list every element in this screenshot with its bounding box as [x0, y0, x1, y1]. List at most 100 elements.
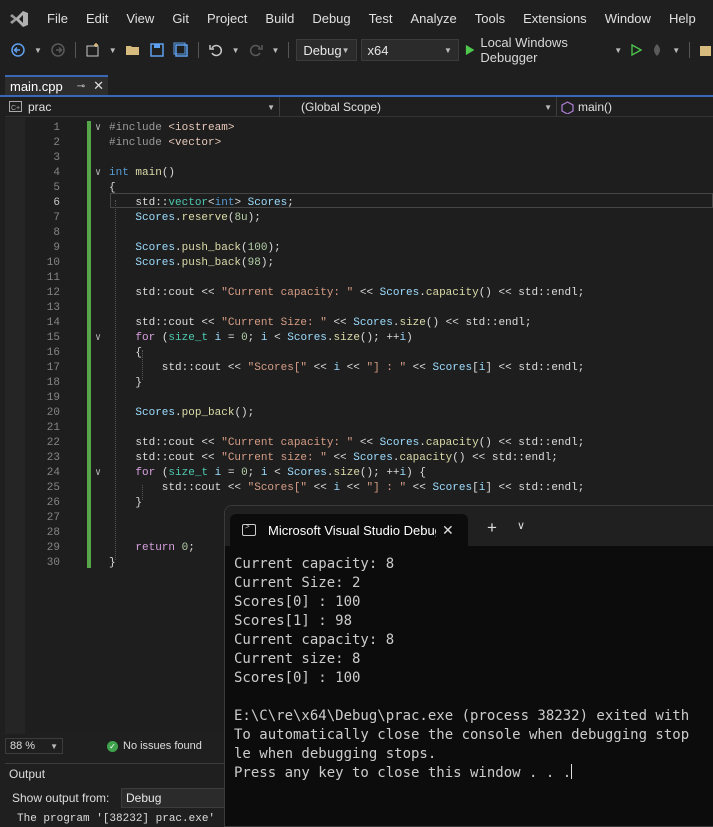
- debug-console-window[interactable]: Microsoft Visual Studio Debug ✕ + ∨ Curr…: [224, 505, 713, 827]
- project-name: prac: [28, 100, 52, 114]
- terminal-line: Current capacity: 8: [234, 556, 395, 572]
- chevron-down-icon[interactable]: ▼: [270, 39, 282, 61]
- menu-tools[interactable]: Tools: [466, 0, 514, 38]
- document-tab-strip: main.cpp ⊸ ✕: [0, 75, 713, 97]
- line-number: 27: [46, 512, 60, 524]
- toolbar-separator: [197, 42, 199, 58]
- chevron-down-icon[interactable]: ▼: [670, 39, 682, 61]
- code-line[interactable]: 20 Scores.pop_back();: [5, 406, 713, 421]
- code-line[interactable]: 12 std::cout << "Current capacity: " << …: [5, 286, 713, 301]
- code-line[interactable]: 7 Scores.reserve(8u);: [5, 211, 713, 226]
- visual-studio-logo-icon[interactable]: [0, 0, 38, 38]
- code-text: Scores.push_back(100);: [135, 242, 281, 254]
- save-all-icon[interactable]: [171, 39, 191, 61]
- scope-select[interactable]: (Global Scope) ▼: [294, 97, 557, 117]
- chevron-down-icon: ▼: [544, 102, 552, 112]
- menu-debug[interactable]: Debug: [303, 0, 359, 38]
- navigate-back-icon[interactable]: [8, 39, 28, 61]
- menu-extensions[interactable]: Extensions: [514, 0, 596, 38]
- undo-icon[interactable]: [206, 39, 226, 61]
- save-icon[interactable]: [147, 39, 167, 61]
- start-debugging-button[interactable]: Local Windows Debugger ▼: [463, 35, 624, 65]
- menu-edit[interactable]: Edit: [77, 0, 117, 38]
- close-icon[interactable]: ✕: [442, 522, 454, 539]
- menu-build[interactable]: Build: [256, 0, 303, 38]
- chevron-down-icon[interactable]: ∨: [517, 519, 525, 532]
- close-icon[interactable]: ✕: [93, 78, 104, 94]
- code-line[interactable]: 11: [5, 271, 713, 286]
- redo-icon[interactable]: [246, 39, 266, 61]
- code-line[interactable]: 6 std::vector<int> Scores;: [5, 196, 713, 211]
- solution-configuration-select[interactable]: Debug ▼: [296, 39, 357, 61]
- tab-main-cpp[interactable]: main.cpp ⊸ ✕: [5, 75, 108, 95]
- chevron-down-icon[interactable]: ▼: [107, 39, 119, 61]
- solution-platform-select[interactable]: x64 ▼: [360, 39, 459, 61]
- line-number: 3: [53, 152, 60, 164]
- line-number: 20: [46, 407, 60, 419]
- pin-icon[interactable]: ⊸: [77, 81, 85, 92]
- menu-analyze[interactable]: Analyze: [401, 0, 465, 38]
- line-number: 12: [46, 287, 60, 299]
- fold-toggle-icon[interactable]: ∨: [92, 166, 104, 181]
- output-source-select[interactable]: Debug: [121, 788, 225, 808]
- menu-file[interactable]: File: [38, 0, 77, 38]
- code-text: std::cout << "Scores[" << i << "] : " <<…: [109, 362, 585, 374]
- code-line[interactable]: 25 std::cout << "Scores[" << i << "] : "…: [5, 481, 713, 496]
- menu-project[interactable]: Project: [198, 0, 256, 38]
- line-number: 13: [46, 302, 60, 314]
- chevron-down-icon[interactable]: ▼: [32, 39, 44, 61]
- code-line[interactable]: 10 Scores.push_back(98);: [5, 256, 713, 271]
- new-project-icon[interactable]: [83, 39, 103, 61]
- new-tab-icon[interactable]: +: [487, 518, 497, 538]
- line-number: 11: [46, 272, 60, 284]
- open-folder-icon[interactable]: [123, 39, 143, 61]
- code-line[interactable]: 22 std::cout << "Current capacity: " << …: [5, 436, 713, 451]
- platform-value: x64: [367, 42, 389, 58]
- code-text: std::cout << "Current size: " << Scores.…: [109, 452, 558, 464]
- fold-toggle-icon[interactable]: ∨: [92, 121, 104, 136]
- code-line[interactable]: 14 std::cout << "Current Size: " << Scor…: [5, 316, 713, 331]
- chevron-down-icon[interactable]: ▼: [230, 39, 242, 61]
- code-line[interactable]: 16 {: [5, 346, 713, 361]
- zoom-select[interactable]: 88 % ▼: [5, 738, 63, 754]
- code-line[interactable]: 9 Scores.push_back(100);: [5, 241, 713, 256]
- code-line[interactable]: 19: [5, 391, 713, 406]
- code-text: }: [109, 497, 143, 509]
- navigate-forward-icon[interactable]: [48, 39, 68, 61]
- start-without-debugging-icon[interactable]: [628, 39, 644, 61]
- menu-test[interactable]: Test: [360, 0, 402, 38]
- toolbox-icon[interactable]: [697, 39, 713, 61]
- line-number: 6: [53, 197, 60, 209]
- code-line[interactable]: 3: [5, 151, 713, 166]
- fold-toggle-icon[interactable]: ∨: [92, 331, 104, 346]
- code-line[interactable]: 17 std::cout << "Scores[" << i << "] : "…: [5, 361, 713, 376]
- issues-indicator[interactable]: ✓ No issues found: [107, 740, 202, 752]
- menu-help[interactable]: Help: [660, 0, 705, 38]
- code-line[interactable]: 21: [5, 421, 713, 436]
- code-line[interactable]: 24 ∨ for (size_t i = 0; i < Scores.size()…: [5, 466, 713, 481]
- menu-view[interactable]: View: [117, 0, 163, 38]
- code-line[interactable]: 18 }: [5, 376, 713, 391]
- menu-git[interactable]: Git: [163, 0, 198, 38]
- configuration-value: Debug: [303, 42, 342, 58]
- code-line[interactable]: 4 ∨ int main(): [5, 166, 713, 181]
- hot-reload-icon[interactable]: [648, 39, 666, 61]
- standard-toolbar: ▼ ▼ ▼ ▼ Debug ▼ x64 ▼ Local Windows Debu…: [0, 35, 713, 65]
- code-line[interactable]: 23 std::cout << "Current size: " << Scor…: [5, 451, 713, 466]
- project-select[interactable]: C+ prac ▼: [5, 97, 280, 117]
- chevron-down-icon: ▼: [267, 102, 275, 112]
- code-line[interactable]: 13: [5, 301, 713, 316]
- code-line[interactable]: 8: [5, 226, 713, 241]
- code-text: for (size_t i = 0; i < Scores.size(); ++…: [135, 332, 413, 344]
- fold-toggle-icon[interactable]: ∨: [92, 466, 104, 481]
- line-number: 9: [53, 242, 60, 254]
- code-line[interactable]: 15 ∨ for (size_t i = 0; i < Scores.size()…: [5, 331, 713, 346]
- code-line[interactable]: 1 ∨ #include <iostream>: [5, 121, 713, 136]
- terminal-tab[interactable]: Microsoft Visual Studio Debug ✕: [230, 514, 468, 546]
- menu-window[interactable]: Window: [596, 0, 660, 38]
- code-line[interactable]: 2 #include <vector>: [5, 136, 713, 151]
- output-text: The program '[38232] prac.exe': [17, 813, 216, 825]
- member-select[interactable]: main(): [557, 97, 713, 117]
- terminal-line: E:\C\re\x64\Debug\prac.exe (process 3823…: [234, 708, 690, 724]
- code-line[interactable]: 5{: [5, 181, 713, 196]
